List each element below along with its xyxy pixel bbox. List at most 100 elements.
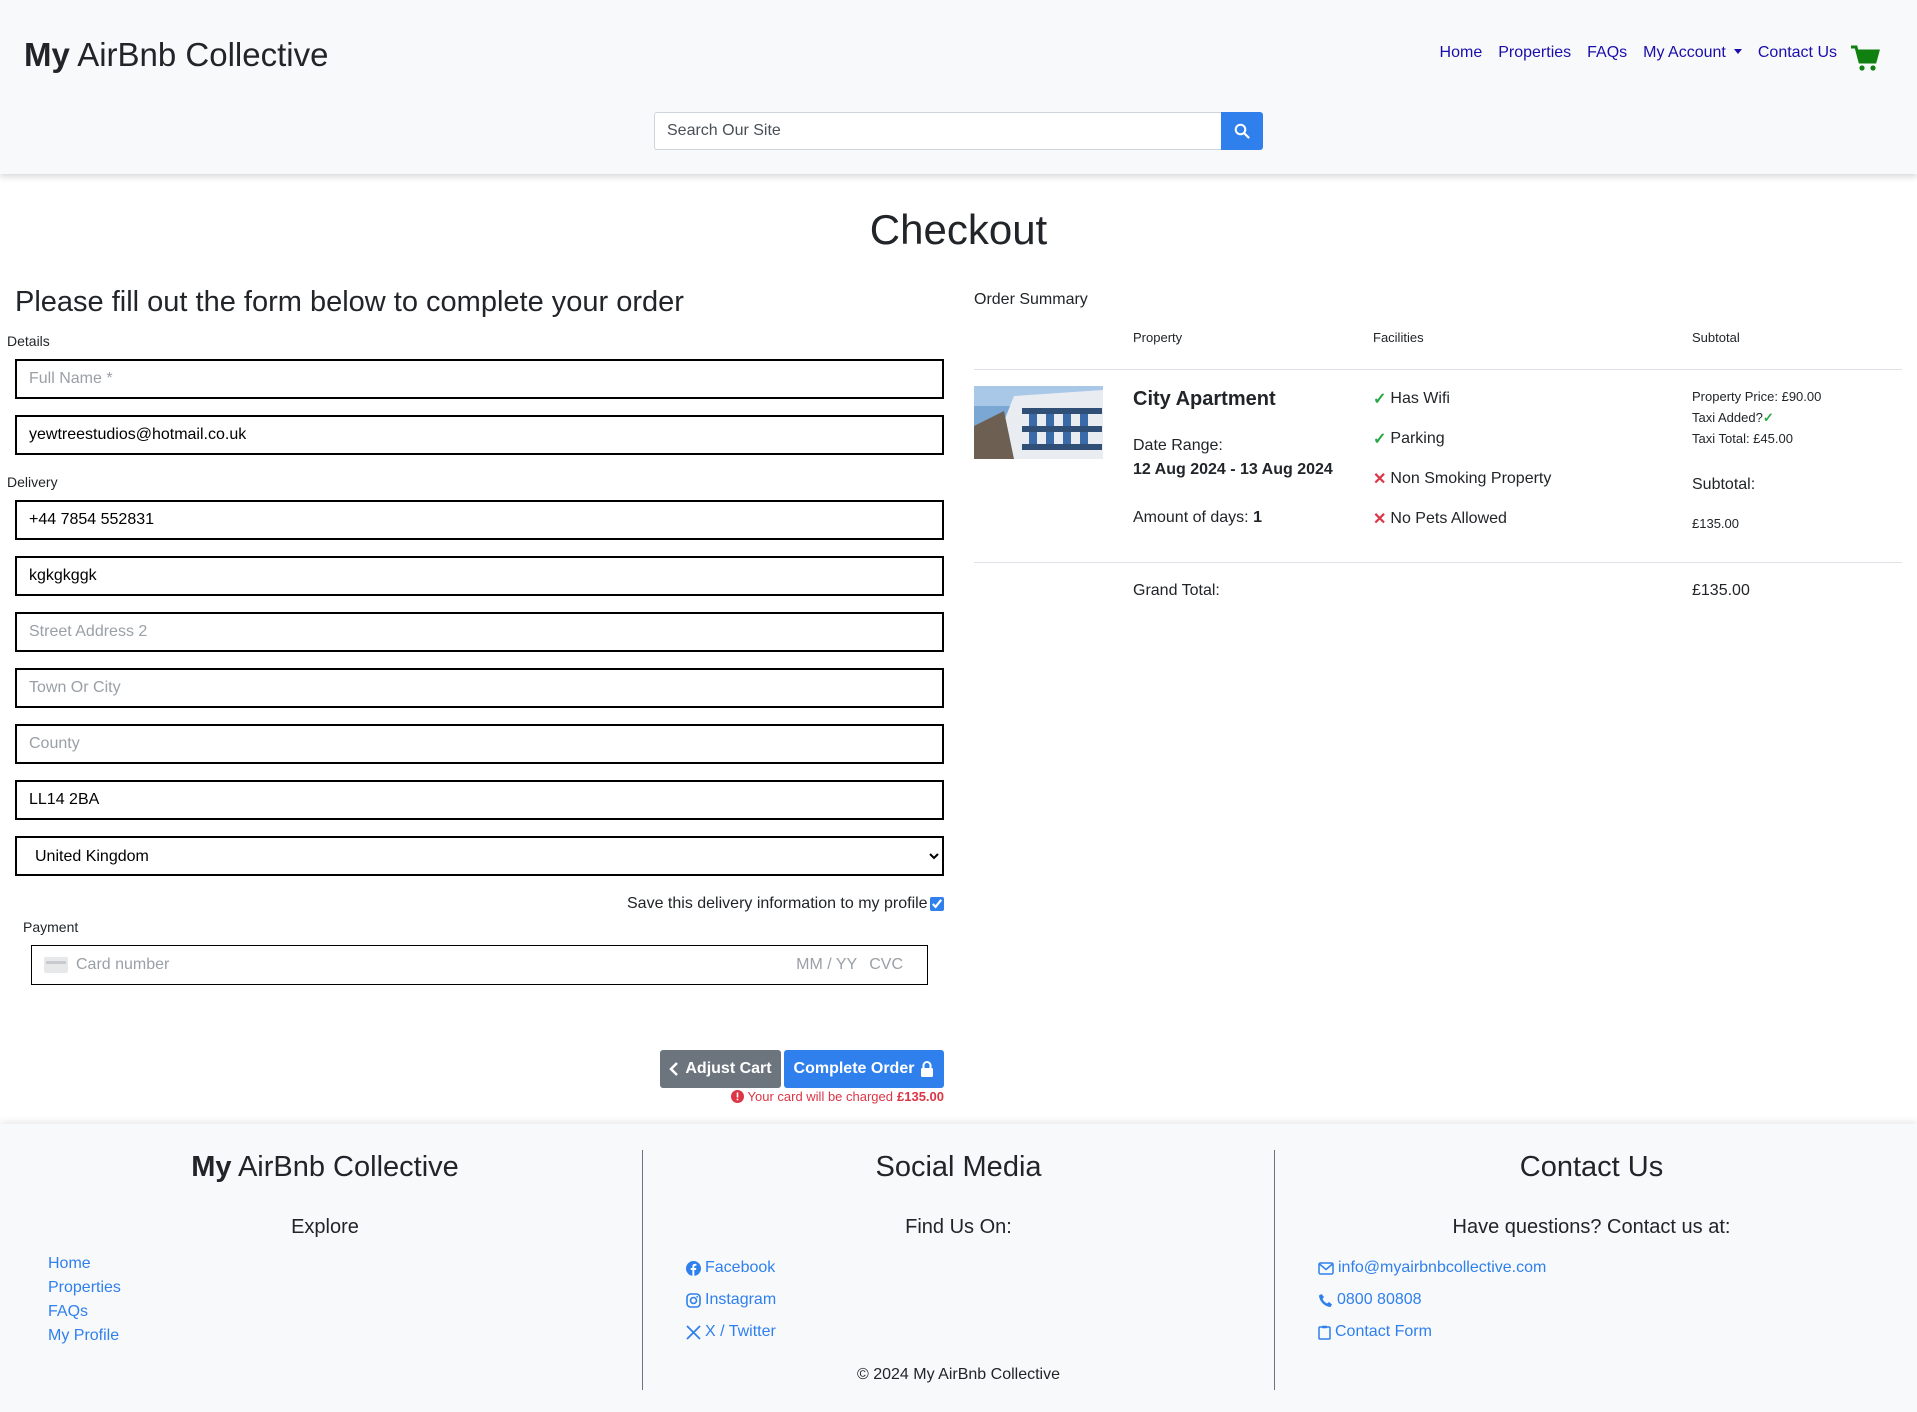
check-icon: ✓ — [1373, 391, 1387, 408]
facility-pets: ✕ No Pets Allowed — [1373, 509, 1507, 529]
charge-amount: £135.00 — [897, 1089, 944, 1104]
contact-form-label: Contact Form — [1335, 1323, 1432, 1340]
subtotal-label: Subtotal: — [1692, 476, 1756, 493]
footer-link-contact-form[interactable]: Contact Form — [1318, 1323, 1432, 1341]
date-range-label: Date Range: — [1133, 437, 1223, 454]
footer-link-phone[interactable]: 0800 80808 — [1318, 1291, 1422, 1309]
phone-icon — [1319, 1293, 1332, 1307]
facebook-label: Facebook — [705, 1259, 776, 1276]
column-header-property: Property — [1133, 330, 1183, 345]
facility-parking: ✓ Parking — [1373, 429, 1445, 449]
nav-properties[interactable]: Properties — [1498, 44, 1571, 62]
page-title: Checkout — [869, 206, 1048, 253]
footer-contact-column: Contact Us Have questions? Contact us at… — [1275, 1124, 1908, 1239]
footer-link-email[interactable]: info@myairbnbcollective.com — [1318, 1259, 1546, 1277]
footer-link-my-profile[interactable]: My Profile — [48, 1327, 119, 1345]
site-brand[interactable]: My AirBnb Collective — [24, 36, 328, 74]
save-info-checkbox[interactable] — [929, 897, 944, 911]
email-field[interactable] — [15, 415, 944, 455]
lock-icon — [921, 1061, 934, 1077]
full-name-field[interactable] — [15, 359, 944, 399]
search-icon — [1234, 123, 1250, 139]
save-info-label: Save this delivery information to my pro… — [627, 895, 928, 912]
phone-field[interactable] — [15, 500, 944, 540]
search-button[interactable] — [1221, 112, 1263, 150]
credit-card-icon — [44, 957, 68, 973]
footer-brand-column: My AirBnb Collective Explore — [0, 1124, 650, 1239]
facebook-icon — [686, 1260, 701, 1276]
card-element[interactable]: Card number MM / YY CVC — [31, 945, 928, 985]
taxi-total: Taxi Total: £45.00 — [1692, 431, 1793, 446]
footer-link-faqs[interactable]: FAQs — [48, 1303, 88, 1321]
form-heading: Please fill out the form below to comple… — [15, 286, 684, 318]
property-name: City Apartment — [1133, 388, 1276, 410]
complete-order-button[interactable]: Complete Order — [784, 1050, 944, 1088]
footer-brand-bold: My — [191, 1151, 232, 1183]
grand-total-value: £135.00 — [1692, 582, 1750, 599]
site-header: My AirBnb Collective Home Properties FAQ… — [0, 0, 1917, 174]
search-input[interactable] — [654, 112, 1221, 150]
facility-label: Non Smoking Property — [1390, 470, 1552, 487]
column-header-facilities: Facilities — [1373, 330, 1424, 345]
postcode-field[interactable] — [15, 780, 944, 820]
facility-smoking: ✕ Non Smoking Property — [1373, 469, 1551, 489]
footer-link-facebook[interactable]: Facebook — [686, 1259, 775, 1277]
footer-brand-rest: AirBnb Collective — [231, 1151, 459, 1183]
footer-link-twitter[interactable]: X / Twitter — [686, 1323, 776, 1341]
contact-subtitle: Have questions? Contact us at: — [1452, 1216, 1731, 1238]
country-select[interactable]: United Kingdom — [15, 836, 944, 876]
shopping-cart-icon[interactable] — [1850, 44, 1880, 72]
nav-my-account-dropdown[interactable]: My Account — [1643, 44, 1742, 62]
order-summary-title: Order Summary — [974, 291, 1088, 308]
phone-label: 0800 80808 — [1337, 1291, 1422, 1308]
county-field[interactable] — [15, 724, 944, 764]
contact-title: Contact Us — [1519, 1151, 1664, 1183]
adjust-cart-button[interactable]: Adjust Cart — [660, 1050, 781, 1088]
footer-link-properties[interactable]: Properties — [48, 1279, 121, 1297]
facility-label: Parking — [1390, 430, 1445, 447]
nav-faqs[interactable]: FAQs — [1587, 44, 1627, 62]
date-range-value: 12 Aug 2024 - 13 Aug 2024 — [1133, 461, 1333, 478]
save-info-row[interactable]: Save this delivery information to my pro… — [627, 895, 944, 913]
facility-wifi: ✓ Has Wifi — [1373, 389, 1450, 409]
brand-bold: My — [24, 36, 70, 73]
summary-divider — [974, 369, 1902, 370]
envelope-icon — [1318, 1261, 1334, 1275]
charge-notice-text: Your card will be charged — [747, 1089, 894, 1104]
complete-order-label: Complete Order — [793, 1060, 915, 1077]
clipboard-icon — [1318, 1325, 1331, 1340]
footer-link-home[interactable]: Home — [48, 1255, 91, 1273]
details-legend: Details — [7, 333, 50, 349]
exclamation-circle-icon — [730, 1090, 744, 1103]
facility-label: No Pets Allowed — [1390, 510, 1507, 527]
card-number-placeholder: Card number — [76, 956, 170, 973]
facility-label: Has Wifi — [1390, 390, 1450, 407]
street-address-2-field[interactable] — [15, 612, 944, 652]
nav-home[interactable]: Home — [1440, 44, 1483, 62]
column-header-subtotal: Subtotal — [1692, 330, 1740, 345]
footer-link-instagram[interactable]: Instagram — [686, 1291, 776, 1309]
days-label: Amount of days: — [1133, 509, 1249, 526]
taxi-added-row: Taxi Added?✓ — [1692, 410, 1774, 426]
instagram-icon — [686, 1292, 701, 1308]
town-field[interactable] — [15, 668, 944, 708]
check-icon: ✓ — [1762, 410, 1774, 425]
cross-icon: ✕ — [1373, 471, 1387, 488]
social-subtitle: Find Us On: — [905, 1216, 1012, 1238]
instagram-label: Instagram — [705, 1291, 777, 1308]
main-nav: Home Properties FAQs My Account Contact … — [1440, 44, 1837, 62]
taxi-added-label: Taxi Added? — [1692, 410, 1763, 425]
footer-social-column: Social Media Find Us On: — [642, 1124, 1275, 1239]
twitter-label: X / Twitter — [705, 1323, 776, 1340]
chevron-left-icon — [669, 1062, 679, 1076]
street-address-1-field[interactable] — [15, 556, 944, 596]
charge-notice: Your card will be charged £135.00 — [730, 1089, 944, 1104]
delivery-legend: Delivery — [7, 474, 58, 490]
grand-total-label: Grand Total: — [1133, 582, 1220, 599]
adjust-cart-label: Adjust Cart — [685, 1060, 772, 1077]
card-expiry-placeholder: MM / YY — [796, 956, 858, 973]
subtotal-value: £135.00 — [1692, 516, 1739, 531]
footer-brand: My AirBnb Collective — [0, 1151, 650, 1184]
social-title: Social Media — [875, 1151, 1042, 1183]
nav-contact[interactable]: Contact Us — [1758, 44, 1837, 62]
